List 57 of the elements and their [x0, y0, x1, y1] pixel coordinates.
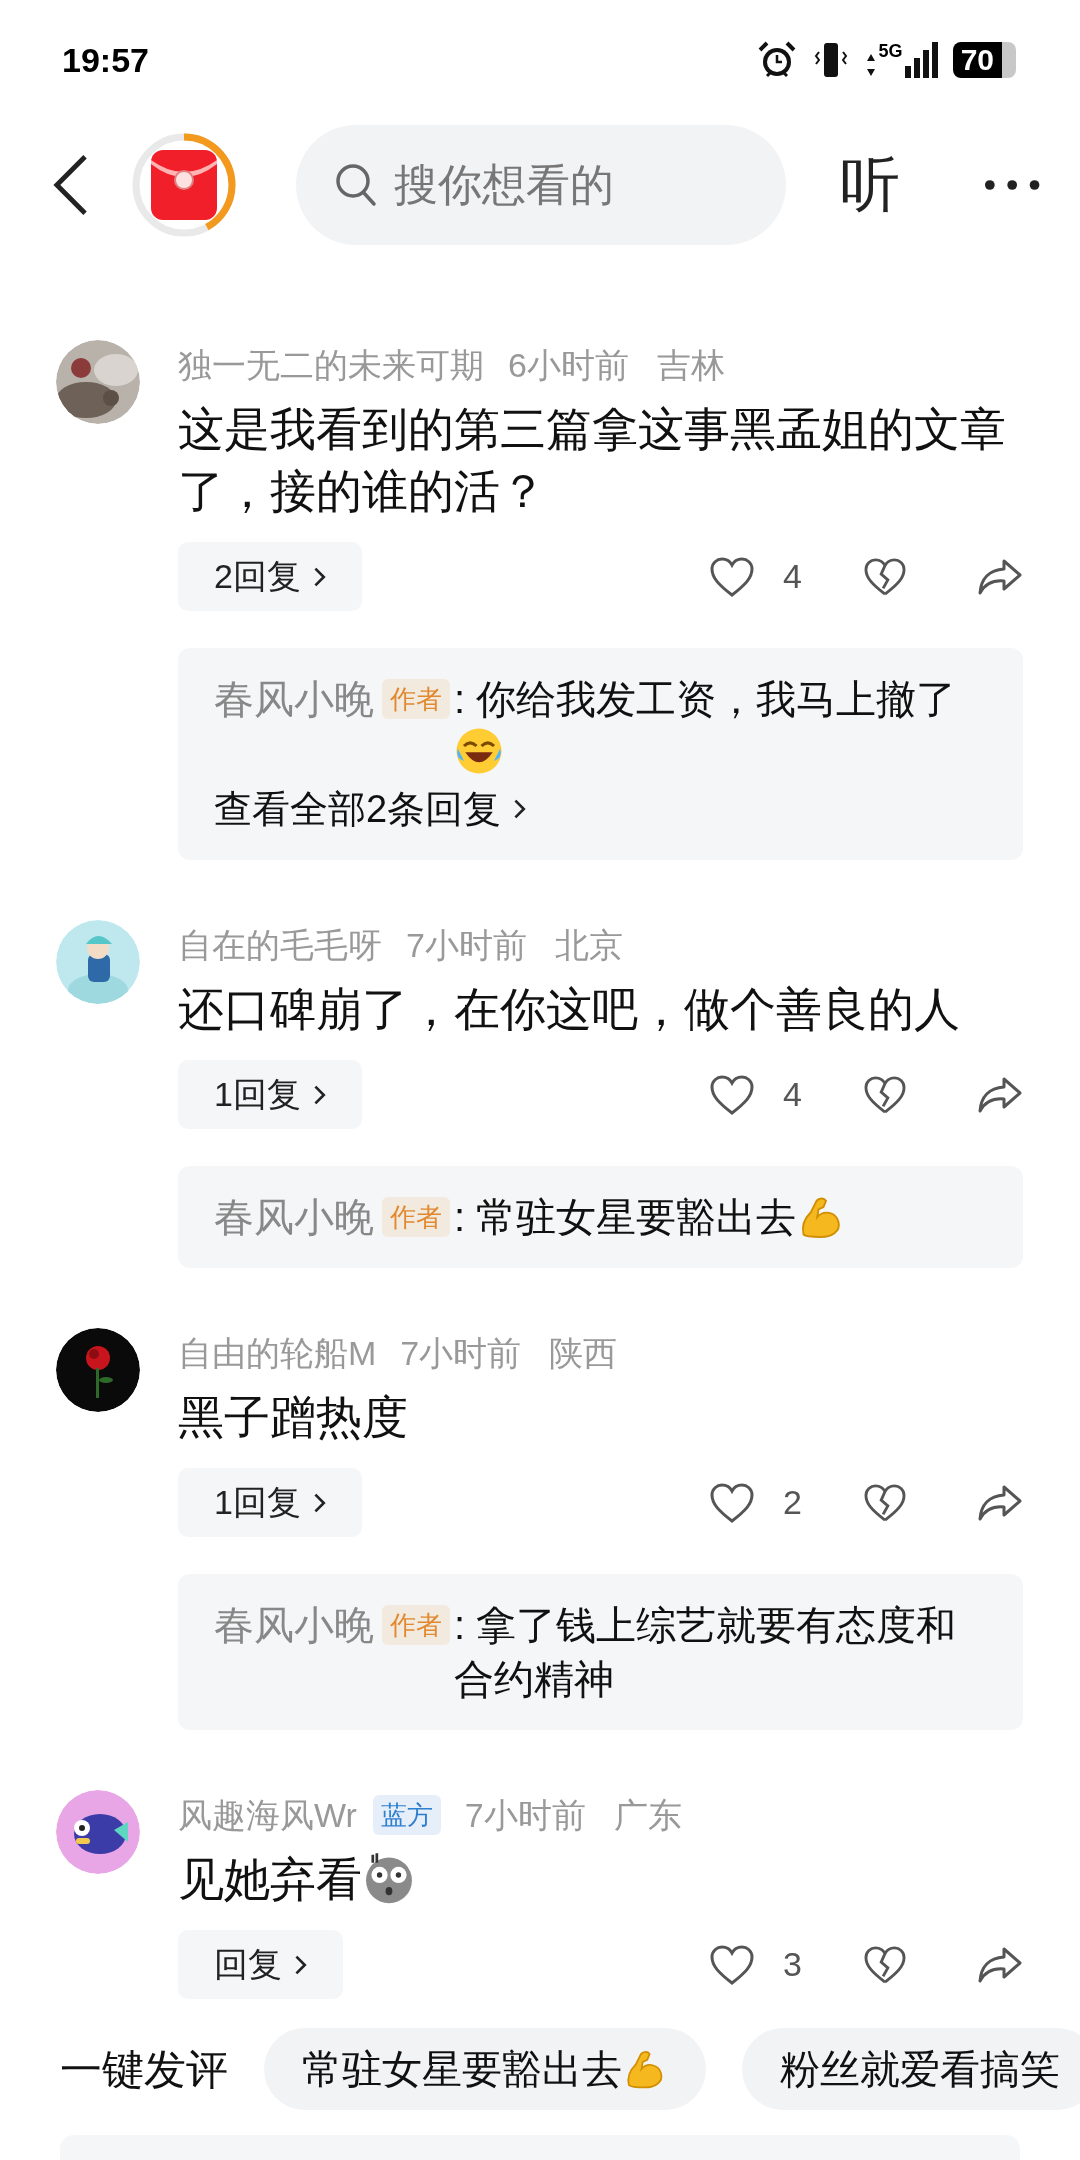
signal-icon [904, 42, 939, 78]
suggestion-chip[interactable]: 常驻女星要豁出去 [264, 2028, 706, 2110]
quick-comment-label: 一键发评 [60, 2044, 228, 2095]
like-count: 2 [783, 1482, 803, 1523]
comment-time: 7小时前 [400, 1332, 522, 1374]
comment-text: 还口碑崩了，在你这吧，做个善良的人 [178, 982, 960, 1037]
reply-preview[interactable]: 春风小晚 作者 : 拿了钱上综艺就要有态度和合约精神 [178, 1574, 1023, 1730]
comment-location: 陕西 [549, 1332, 618, 1374]
like-count: 3 [783, 1944, 803, 1985]
comment-time: 6小时前 [508, 344, 629, 386]
like-count: 4 [783, 1074, 803, 1115]
comment-text: 见她弃看 [178, 1852, 362, 1907]
search-field[interactable]: 搜你想看的 [295, 125, 786, 245]
comment-time: 7小时前 [464, 1794, 586, 1836]
broken-heart-icon[interactable] [863, 1944, 907, 1985]
reply-text: : 常驻女星要豁出去 [454, 1194, 797, 1241]
reply-preview[interactable]: 春风小晚 作者 : 你给我发工资，我马上撤了 查看全部2条回复 [178, 648, 1023, 860]
broken-heart-icon[interactable] [863, 1074, 907, 1115]
replies-button[interactable]: 2回复 [178, 542, 363, 611]
heart-icon[interactable] [709, 1943, 755, 1986]
replies-button[interactable]: 1回复 [178, 1468, 363, 1537]
heart-icon[interactable] [709, 1073, 755, 1116]
broken-heart-icon[interactable] [863, 556, 907, 597]
comment-location: 广东 [613, 1794, 682, 1836]
search-icon [333, 162, 378, 208]
envelope-icon [150, 150, 217, 220]
heart-icon[interactable] [709, 555, 755, 598]
user-tag: 作者 [382, 1197, 450, 1237]
back-icon[interactable] [52, 153, 89, 217]
status-time: 19:57 [62, 39, 149, 81]
comment-location: 吉林 [656, 344, 725, 386]
listen-button[interactable]: 听 [839, 155, 900, 215]
battery-indicator: 70 [952, 42, 1002, 78]
like-count: 4 [783, 556, 803, 597]
laughing-emoji-icon [454, 726, 504, 776]
reply-text: : 你给我发工资，我马上撤了 [454, 676, 957, 723]
more-icon[interactable] [983, 179, 1040, 191]
replies-button[interactable]: 1回复 [178, 1060, 363, 1129]
view-all-replies-link[interactable]: 查看全部2条回复 [214, 782, 527, 836]
alarm-clock-icon [756, 40, 797, 80]
heart-icon[interactable] [709, 1481, 755, 1524]
battery-cap [1002, 42, 1016, 78]
comment-text: 黑子蹭热度 [178, 1390, 408, 1445]
user-tag: 作者 [382, 1605, 450, 1645]
comment-location: 北京 [554, 924, 623, 966]
user-tag: 蓝方 [372, 1795, 441, 1835]
reply-preview[interactable]: 春风小晚 作者 : 常驻女星要豁出去 [178, 1166, 1023, 1268]
user-tag: 作者 [382, 679, 450, 719]
comment-text: 这是我看到的第三篇拿这事黑孟姐的文章了，接的谁的活？ [178, 402, 1007, 519]
comment-time: 7小时前 [406, 924, 527, 966]
broken-heart-icon[interactable] [863, 1482, 907, 1523]
network-type: 5G [878, 42, 903, 60]
chevron-right-icon [513, 797, 527, 821]
replies-button[interactable]: 回复 [178, 1930, 344, 1999]
suggestion-chip[interactable]: 粉丝就爱看搞笑 [742, 2028, 1080, 2110]
reply-text: : 拿了钱上综艺就要有态度和合约精神 [454, 1602, 958, 1703]
data-arrows-icon [864, 52, 877, 78]
